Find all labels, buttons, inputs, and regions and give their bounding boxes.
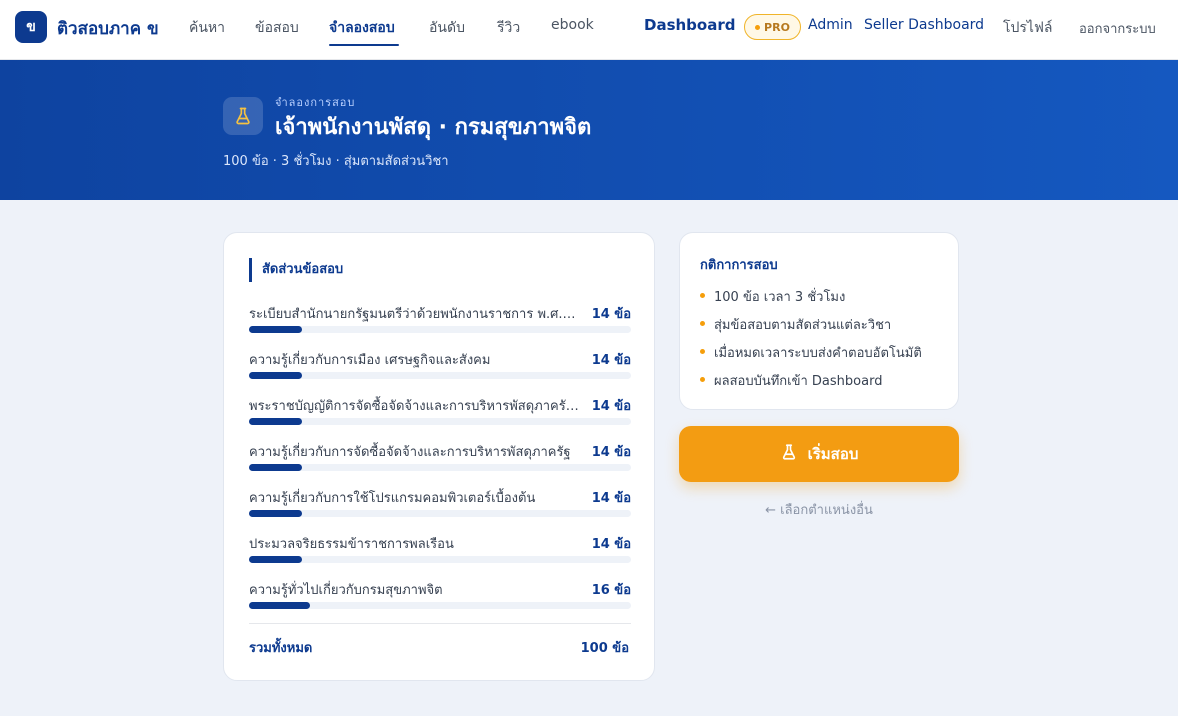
subject-row: ประมวลจริยธรรมข้าราชการพลเรือน 14 ข้อ [249,533,631,573]
page-title: เจ้าพนักงานพัสดุ · กรมสุขภาพจิต [275,115,592,140]
subject-row: ความรู้เกี่ยวกับการจัดซื้อจัดจ้างและการบ… [249,441,631,481]
subject-label: ความรู้เกี่ยวกับการจัดซื้อจัดจ้างและการบ… [249,445,571,460]
proportion-card: สัดส่วนข้อสอบ ระเบียบสำนักนายกรัฐมนตรีว่… [223,232,655,681]
divider [249,623,631,624]
subject-row: ระเบียบสำนักนายกรัฐมนตรีว่าด้วยพนักงานรา… [249,303,631,343]
rule-text: ผลสอบบันทึกเข้า Dashboard [714,374,883,389]
nav-ebook[interactable]: ebook [551,17,594,33]
rule-text: 100 ข้อ เวลา 3 ชั่วโมง [714,290,846,305]
subject-bar-track [249,418,631,425]
subject-bar-track [249,556,631,563]
subject-bar-fill [249,510,302,517]
subject-count: 14 ข้อ [591,445,631,460]
rule-text: เมื่อหมดเวลาระบบส่งคำตอบอัตโนมัติ [714,346,922,361]
bullet-icon [700,293,705,298]
proportion-heading: สัดส่วนข้อสอบ [249,258,343,282]
active-nav-indicator [329,44,399,46]
subject-bar-fill [249,326,302,333]
subject-bar-track [249,326,631,333]
nav-mock-exam[interactable]: จำลองสอบ [329,17,395,39]
nav-exams[interactable]: ข้อสอบ [255,17,299,39]
logo-icon[interactable]: ข [15,11,47,43]
nav-logout[interactable]: ออกจากระบบ [1079,18,1156,39]
top-navbar: ข ติวสอบภาค ข ค้นหา ข้อสอบ จำลองสอบ อันด… [0,0,1178,60]
subject-bar-fill [249,464,302,471]
total-value: 100 ข้อ [580,641,629,656]
subject-bar-track [249,602,631,609]
subject-count: 14 ข้อ [591,491,631,506]
nav-ranking[interactable]: อันดับ [429,17,465,39]
pro-label: PRO [764,20,790,34]
subject-bar-track [249,464,631,471]
subject-bar-track [249,510,631,517]
subject-count: 14 ข้อ [591,307,631,322]
nav-search[interactable]: ค้นหา [189,17,225,39]
subject-row: ความรู้ทั่วไปเกี่ยวกับกรมสุขภาพจิต 16 ข้… [249,579,631,619]
nav-dashboard[interactable]: Dashboard [644,16,735,34]
subject-label: ความรู้ทั่วไปเกี่ยวกับกรมสุขภาพจิต [249,583,443,598]
subject-bar-fill [249,418,302,425]
nav-profile[interactable]: โปรไฟล์ [1003,17,1052,39]
subject-label: พระราชบัญญัติการจัดซื้อจัดจ้างและการบริห… [249,399,579,414]
nav-reviews[interactable]: รีวิว [497,17,520,39]
subject-bar-track [249,372,631,379]
subject-count: 14 ข้อ [591,353,631,368]
subject-count: 16 ข้อ [591,583,631,598]
start-exam-label: เริ่มสอบ [807,445,859,463]
total-label: รวมทั้งหมด [249,641,313,656]
brand-name[interactable]: ติวสอบภาค ข [57,15,159,42]
flask-icon [223,97,263,135]
subject-bar-fill [249,556,302,563]
subject-count: 14 ข้อ [591,537,631,552]
subject-bar-fill [249,602,310,609]
subject-label: ระเบียบสำนักนายกรัฐมนตรีว่าด้วยพนักงานรา… [249,307,579,322]
nav-admin[interactable]: Admin [808,17,853,33]
bullet-icon [700,321,705,326]
choose-other-position-link[interactable]: ← เลือกตำแหน่งอื่น [679,499,959,520]
page-subtitle: 100 ข้อ · 3 ชั่วโมง · สุ่มตามสัดส่วนวิชา [223,154,449,169]
rules-heading: กติกาการสอบ [700,258,778,273]
subject-count: 14 ข้อ [591,399,631,414]
subject-row: ความรู้เกี่ยวกับการใช้โปรแกรมคอมพิวเตอร์… [249,487,631,527]
subject-row: ความรู้เกี่ยวกับการเมือง เศรษฐกิจและสังค… [249,349,631,389]
pro-dot-icon [755,24,761,30]
start-exam-button[interactable]: เริ่มสอบ [679,426,959,482]
subject-label: ความรู้เกี่ยวกับการเมือง เศรษฐกิจและสังค… [249,353,491,368]
subject-bar-fill [249,372,302,379]
nav-seller-dashboard[interactable]: Seller Dashboard [864,17,984,33]
pro-badge: PRO [744,14,801,40]
rules-card: กติกาการสอบ 100 ข้อ เวลา 3 ชั่วโมง สุ่มข… [679,232,959,410]
bullet-icon [700,377,705,382]
rule-text: สุ่มข้อสอบตามสัดส่วนแต่ละวิชา [714,318,892,333]
bullet-icon [700,349,705,354]
subject-row: พระราชบัญญัติการจัดซื้อจัดจ้างและการบริห… [249,395,631,435]
subject-label: ความรู้เกี่ยวกับการใช้โปรแกรมคอมพิวเตอร์… [249,491,536,506]
flask-icon [780,443,798,465]
subject-label: ประมวลจริยธรรมข้าราชการพลเรือน [249,537,454,552]
